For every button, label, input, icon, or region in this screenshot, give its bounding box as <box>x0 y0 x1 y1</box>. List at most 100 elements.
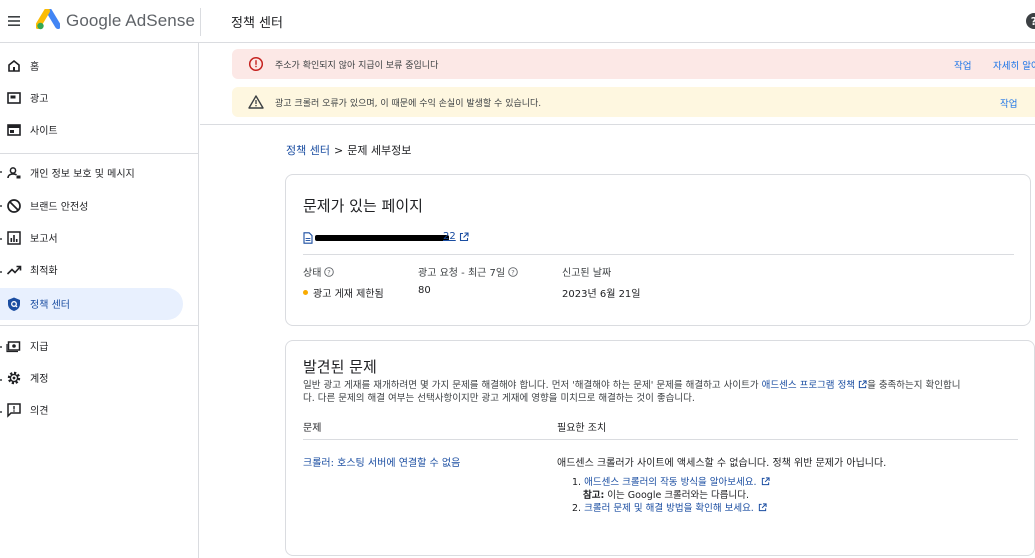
ads-icon <box>6 90 22 106</box>
main-menu-icon[interactable] <box>6 12 24 30</box>
header-divider <box>200 8 201 36</box>
sidebar-item-policy-center[interactable]: 정책 센터 <box>0 288 183 320</box>
breadcrumb-parent-link[interactable]: 정책 센터 <box>286 144 330 157</box>
step-number: 2. <box>572 503 582 514</box>
breadcrumb-current: 문제 세부정보 <box>347 144 412 157</box>
external-link-icon <box>758 503 767 512</box>
main-content: 주소가 확인되지 않아 지급이 보류 중입니다 작업 자세히 알아 광고 크롤러… <box>200 43 1035 558</box>
sidebar-item-home[interactable]: 홈 <box>0 50 183 82</box>
sites-icon <box>6 122 22 138</box>
table-divider <box>303 439 1018 440</box>
status-header-label: 상태 <box>303 268 322 279</box>
step-2: 2. 크롤러 문제 및 해결 방법을 확인해 보세요. <box>572 502 770 515</box>
warning-alert: 광고 크롤러 오류가 있으며, 이 때문에 수익 손실이 발생할 수 있습니다.… <box>232 87 1035 117</box>
ad-requests-header-label: 광고 요청 - 최근 7일 <box>418 268 506 279</box>
status-dot <box>303 290 308 295</box>
status-value-text: 광고 게재 제한됨 <box>313 289 384 300</box>
step-number: 1. <box>572 477 582 488</box>
optimization-icon <box>6 262 22 278</box>
sidebar-item-label: 정책 센터 <box>30 300 70 311</box>
sidebar-item-label: 개인 정보 보호 및 메시지 <box>30 169 135 180</box>
program-policy-link[interactable]: 애드센스 프로그램 정책 <box>762 380 855 391</box>
svg-text:?: ? <box>511 268 514 276</box>
help-circle-icon[interactable]: ? <box>324 267 335 277</box>
issues-found-card: 발견된 문제 일반 광고 게재를 재개하려면 몇 가지 문제를 해결해야 합니다… <box>285 340 1035 556</box>
sidebar-item-reports[interactable]: 보고서 <box>0 222 183 254</box>
sidebar-item-label: 보고서 <box>30 234 58 245</box>
issues-found-title: 발견된 문제 <box>303 358 377 376</box>
sidebar-item-brand-safety[interactable]: 브랜드 안전성 <box>0 190 183 222</box>
column-header-issue: 문제 <box>303 423 322 434</box>
sidebar-item-payments[interactable]: 지급 <box>0 330 183 362</box>
note-text: 이는 Google 크롤러와는 다릅니다. <box>604 490 750 501</box>
reported-date-value: 2023년 6월 21일 <box>562 289 641 300</box>
sidebar-item-account[interactable]: 계정 <box>0 362 183 394</box>
sidebar-item-sites[interactable]: 사이트 <box>0 114 183 146</box>
sidebar-item-label: 홈 <box>30 62 40 73</box>
reports-icon <box>6 230 22 246</box>
external-link-icon <box>761 477 770 486</box>
warning-icon <box>248 94 264 110</box>
sidebar-divider <box>0 153 198 154</box>
external-link-icon <box>459 232 469 242</box>
description-text: 다. 다른 문제의 해결 여부는 선택사항이지만 광고 게재에 영향을 미치므로… <box>303 393 695 404</box>
crawler-troubleshoot-link[interactable]: 크롤러 문제 및 해결 방법을 확인해 보세요. <box>584 503 754 514</box>
page-url-link[interactable]: 22 <box>303 231 473 245</box>
status-value: 광고 게재 제한됨 <box>303 285 384 300</box>
warning-alert-action-link[interactable]: 작업 <box>1000 96 1017 110</box>
page-url-tail[interactable]: 22 <box>443 231 456 242</box>
step-note: 참고: 이는 Google 크롤러와는 다릅니다. <box>572 489 770 502</box>
warning-alert-text: 광고 크롤러 오류가 있으며, 이 때문에 수익 손실이 발생할 수 있습니다. <box>275 99 542 109</box>
description-text: 을 충족하는지 확인합니 <box>867 380 961 391</box>
alerts-area: 주소가 확인되지 않아 지급이 보류 중입니다 작업 자세히 알아 광고 크롤러… <box>200 43 1035 125</box>
crawler-how-it-works-link[interactable]: 애드센스 크롤러의 작동 방식을 알아보세요. <box>584 477 756 488</box>
sidebar-item-label: 사이트 <box>30 126 58 137</box>
issues-description: 일반 광고 게재를 재개하려면 몇 가지 문제를 해결해야 합니다. 먼저 '해… <box>303 379 1018 405</box>
sidebar-item-ads[interactable]: 광고 <box>0 82 183 114</box>
action-steps: 1. 애드센스 크롤러의 작동 방식을 알아보세요. 참고: 이는 Google… <box>572 476 770 515</box>
problem-page-card: 문제가 있는 페이지 22 상태? 광고 요청 - 최근 7일? 신고된 날짜 … <box>285 174 1031 326</box>
adsense-logo-icon[interactable] <box>36 9 60 31</box>
crawler-issue-link[interactable]: 크롤러: 호스팅 서버에 연결할 수 없음 <box>303 454 460 469</box>
note-label: 참고: <box>583 490 605 501</box>
sidebar-item-label: 지급 <box>30 342 49 353</box>
sidebar-item-label: 계정 <box>30 374 49 385</box>
help-icon[interactable]: ? <box>1025 12 1035 30</box>
policy-center-icon <box>6 296 22 312</box>
error-alert: 주소가 확인되지 않아 지급이 보류 중입니다 작업 자세히 알아 <box>232 49 1035 79</box>
sidebar: 홈 광고 사이트 개인 정보 보호 및 메시지 브랜드 안전성 보고서 최적화 … <box>0 43 199 558</box>
error-alert-learn-more-link[interactable]: 자세히 알아 <box>993 58 1035 72</box>
feedback-icon <box>6 402 22 418</box>
status-header: 상태? <box>303 264 335 279</box>
sidebar-item-label: 최적화 <box>30 266 58 277</box>
external-link-icon <box>858 380 867 389</box>
sidebar-item-optimization[interactable]: 최적화 <box>0 254 183 286</box>
svg-text:?: ? <box>328 268 331 276</box>
card-divider <box>303 254 1014 255</box>
sidebar-item-label: 브랜드 안전성 <box>30 202 89 213</box>
top-app-bar: Google AdSense 정책 센터 ? <box>0 0 1035 43</box>
reported-date-header: 신고된 날짜 <box>562 268 612 279</box>
payments-icon <box>6 338 22 354</box>
svg-text:?: ? <box>1031 15 1035 28</box>
error-icon <box>248 56 264 72</box>
error-alert-text: 주소가 확인되지 않아 지급이 보류 중입니다 <box>275 61 439 71</box>
error-alert-action-link[interactable]: 작업 <box>954 58 971 72</box>
brand-name[interactable]: Google AdSense <box>66 11 195 31</box>
problem-page-title: 문제가 있는 페이지 <box>303 197 423 215</box>
breadcrumb: 정책 센터 > 문제 세부정보 <box>286 142 411 158</box>
brand-safety-icon <box>6 198 22 214</box>
sidebar-item-feedback[interactable]: 의견 <box>0 394 183 426</box>
ad-requests-header: 광고 요청 - 최근 7일? <box>418 264 518 279</box>
breadcrumb-separator: > <box>333 144 344 157</box>
sidebar-item-label: 광고 <box>30 94 49 105</box>
required-action-text: 애드센스 크롤러가 사이트에 액세스할 수 없습니다. 정책 위반 문제가 아닙… <box>557 458 887 469</box>
privacy-messaging-icon <box>6 165 22 181</box>
sidebar-item-privacy-messaging[interactable]: 개인 정보 보호 및 메시지 <box>0 157 183 189</box>
document-icon <box>303 232 313 244</box>
description-text: 일반 광고 게재를 재개하려면 몇 가지 문제를 해결해야 합니다. 먼저 '해… <box>303 380 762 391</box>
column-header-action: 필요한 조치 <box>557 423 607 434</box>
redacted-url-bar <box>315 235 449 241</box>
sidebar-divider <box>0 325 198 326</box>
help-circle-icon[interactable]: ? <box>508 267 518 277</box>
